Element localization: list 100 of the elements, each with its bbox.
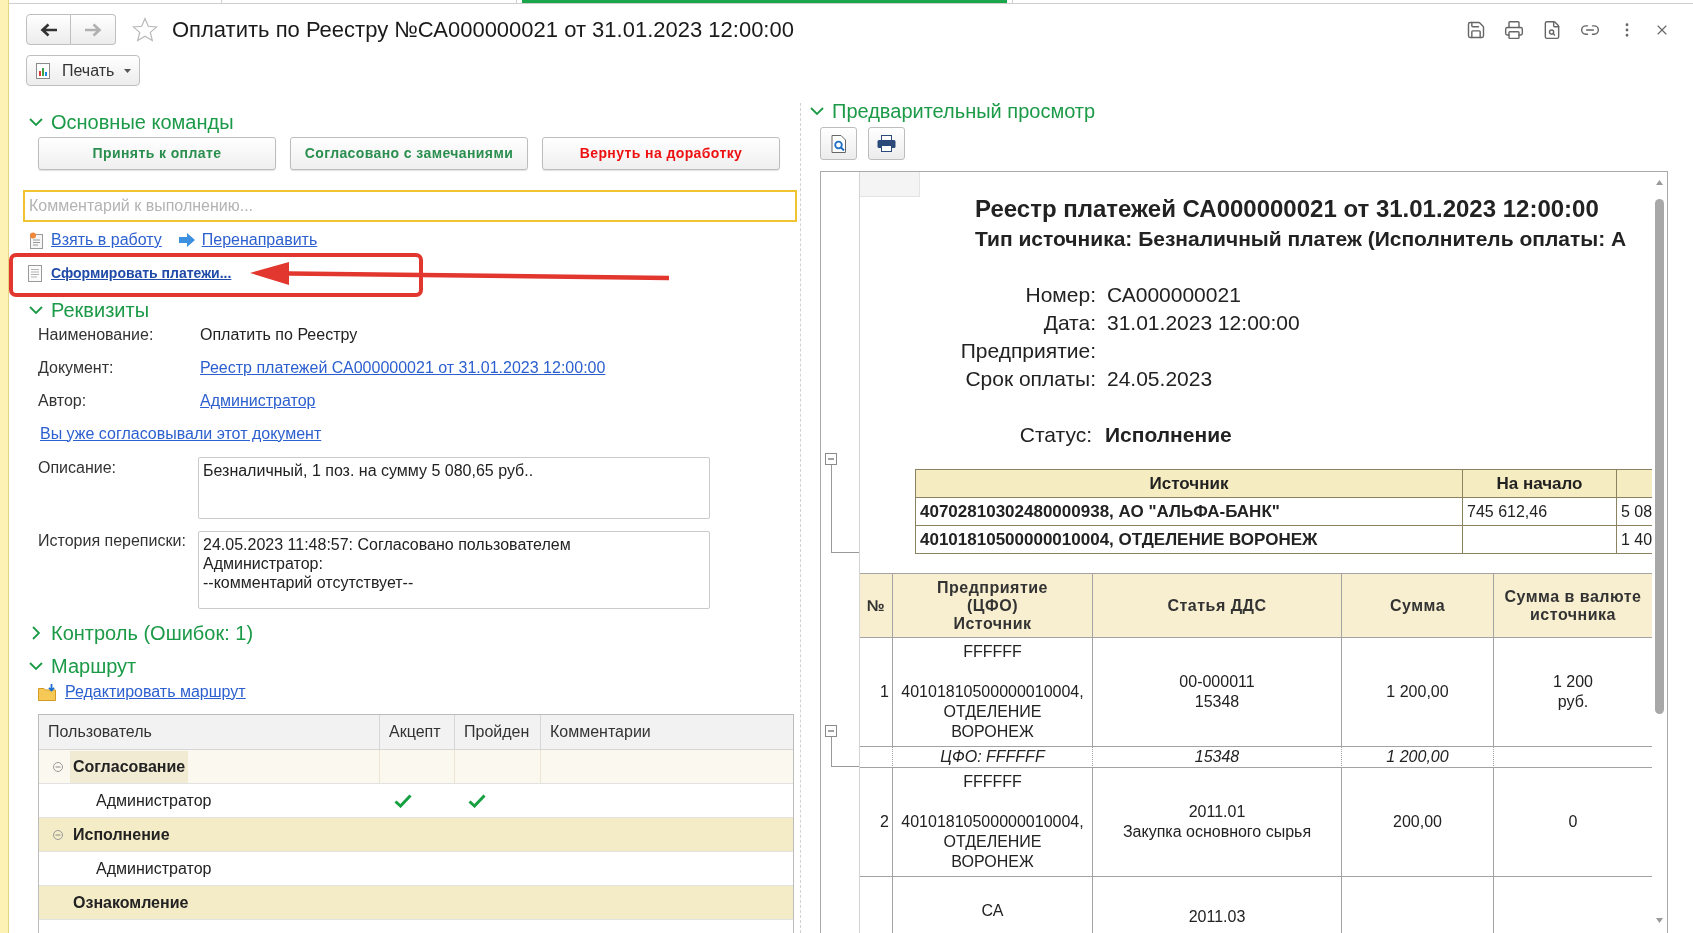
action-link[interactable]: Перенаправить [201,228,318,252]
print-menu-button[interactable]: Печать [26,55,140,86]
collapse-icon[interactable] [825,453,837,465]
table-cell: 1 40 [1617,526,1652,554]
table-cell: 1 200,00 [1342,638,1494,747]
save-icon[interactable] [1466,19,1486,40]
folder-arrow-icon [38,683,57,701]
field-label: История переписки: [38,531,187,551]
column-header[interactable]: Акцепт [380,715,455,749]
field-value: Оплатить по Реестру [200,324,358,345]
arrow-right-icon [84,22,102,37]
print-button[interactable] [868,127,905,160]
subtotal-cell: 1 200,00 [1342,747,1494,768]
field-link[interactable]: Администратор [200,388,316,413]
star-icon[interactable] [132,16,158,43]
column-header: На начало [1463,470,1617,498]
table-cell: 40101810500000010004, ОТДЕЛЕНИЕ ВОРОНЕЖ [916,526,1463,554]
group-row[interactable]: Исполнение [39,818,793,852]
report-label: Дата: [1042,310,1096,337]
column-header[interactable]: Комментарии [541,715,793,749]
table-cell: FFFFFF 40101810500000010004, ОТДЕЛЕНИЕ ВОРОНЕЖ [893,768,1093,877]
arrow-left-icon [39,22,58,37]
report-label: Номер: [1024,282,1096,309]
collapse-icon[interactable] [53,829,63,840]
column-header: Сумма [1342,574,1494,638]
group-row[interactable]: Ознакомление [39,886,793,920]
outline-bracket [831,737,859,767]
report-subtitle: Тип источника: Безналичный платеж (Исполнитель оплаты: А [975,227,1627,251]
table-cell: 2011.03 [1093,877,1342,933]
field-label: Описание: [38,458,118,478]
scrollbar-thumb[interactable] [1655,199,1664,714]
column-header: Статья ДДС [1093,574,1342,638]
scroll-down-icon[interactable] [1656,918,1663,923]
group-name: Согласование [70,750,189,783]
table-cell: 0 [1494,768,1652,877]
arrow-right-icon [178,233,195,247]
report-label: Статус: [1018,422,1092,449]
table-cell: 745 612,46 [1463,498,1617,526]
edit-route-link[interactable]: Редактировать маршрут [65,680,246,704]
report-value: 31.01.2023 12:00:00 [1107,310,1300,337]
field-label: Автор: [38,390,88,411]
table-cell: 1 200 руб. [1494,638,1652,747]
column-header: Предприятие (ЦФО) Источник [893,574,1093,638]
report-label: Предприятие: [959,338,1096,365]
section-header[interactable]: Предварительный просмотр [810,99,1096,123]
description-field[interactable]: Безналичный, 1 поз. на сумму 5 080,65 руб.. [198,457,710,519]
collapse-icon[interactable] [825,725,837,737]
column-header[interactable]: Пользователь [39,715,380,749]
document-search-icon [830,134,847,153]
group-row[interactable]: Согласование [39,750,793,784]
section-header[interactable]: Контроль (Ошибок: 1) [29,621,254,645]
table-cell: 5 08 [1617,498,1652,526]
section-header[interactable]: Реквизиты [29,298,149,322]
caret-icon [124,68,132,73]
report-title: Реестр платежей СА000000021 от 31.01.2023 12:00:00 [975,195,1600,223]
user-name: Администратор [96,790,212,811]
comment-field[interactable]: Комментарий к выполнению... [23,190,797,222]
report-icon [36,62,50,79]
field-label: Наименование: [38,324,155,345]
table-cell: FFFFFF 40101810500000010004, ОТДЕЛЕНИЕ ВОРОНЕЖ [893,638,1093,747]
window-title: Оплатить по Реестру №СА000000021 от 31.01.2023 12:00:00 [172,15,794,44]
field-link[interactable]: Реестр платежей СА000000021 от 31.01.2023 12:00:00 [200,355,606,380]
preview-button[interactable] [820,127,857,160]
sheet-corner [860,172,920,197]
group-name: Ознакомление [73,892,189,913]
notice-link[interactable]: Вы уже согласовывали этот документ [40,421,322,446]
command-button[interactable]: Вернуть на доработку [542,137,780,170]
print-icon[interactable] [1504,19,1524,40]
subtotal-cell: ЦФО: FFFFFF [893,747,1093,768]
table-cell: 00-000011 15348 [1093,638,1342,747]
document-icon [28,264,42,282]
subtotal-cell [860,747,893,768]
back-button[interactable] [26,14,71,45]
command-button[interactable]: Принять к оплате [38,137,276,170]
command-button[interactable]: Согласовано с замечаниями [290,137,528,170]
printer-icon [877,135,896,152]
column-header: Сумма в валюте источника [1494,574,1652,638]
report-value: СА000000021 [1107,282,1241,309]
action-link[interactable]: Взять в работу [51,228,162,252]
subtotal-cell: 15348 [1093,747,1342,768]
table-cell: 1 [860,638,893,747]
collapse-icon[interactable] [53,761,63,772]
clipboard-icon [29,231,44,249]
section-header[interactable]: Маршрут [29,654,137,678]
table-cell: 200,00 [1342,768,1494,877]
history-field[interactable]: 24.05.2023 11:48:57: Согласовано пользователем Администратор: --комментарий отсутствует-- [198,531,710,609]
user-name: Администратор [96,858,212,879]
column-header[interactable]: Пройден [455,715,541,749]
table-cell: 2 [860,768,893,877]
table-cell: 40702810302480000938, АО "АЛЬФА-БАНК" [916,498,1463,526]
report-value: 24.05.2023 [1107,366,1213,393]
document-search-icon[interactable] [1542,19,1562,40]
table-cell: СА [893,877,1093,933]
section-header[interactable]: Основные команды [29,110,234,134]
status-value: Исполнение [1105,422,1232,449]
action-link[interactable]: Сформировать платежи... [51,262,232,284]
column-header: № [860,574,893,638]
scroll-up-icon[interactable] [1656,180,1663,185]
table-cell: 2011.01 Закупка основного сырья [1093,768,1342,877]
column-header: Источник [916,470,1463,498]
